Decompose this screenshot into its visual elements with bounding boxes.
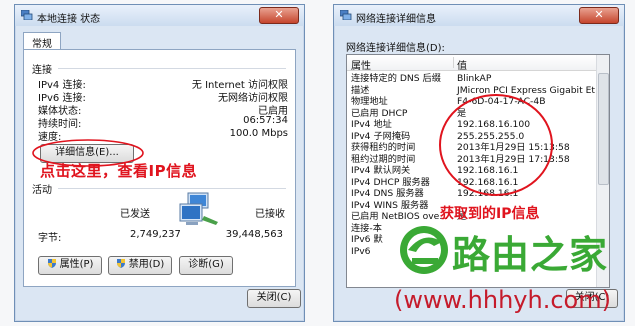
- disable-button[interactable]: 禁用(D): [108, 256, 172, 275]
- column-divider: [453, 57, 454, 68]
- details-title-bar: 网络连接详细信息 ✕: [334, 5, 624, 26]
- row-value: BlinkAP: [457, 73, 492, 84]
- row-property: IPv6 默: [351, 234, 383, 245]
- connection-row: 持续时间: 06:57:34: [38, 115, 288, 130]
- annotation-ip-info: 获取到的IP信息: [440, 206, 540, 222]
- connection-row: IPv6 连接: 无网络访问权限: [38, 89, 288, 104]
- diagnose-button[interactable]: 诊断(G): [179, 256, 233, 275]
- connection-row: IPv4 连接: 无 Internet 访问权限: [38, 76, 288, 91]
- close-icon[interactable]: ✕: [259, 7, 299, 24]
- row-property: IPv4 DHCP 服务器: [351, 176, 430, 188]
- row-property: 连接-本: [351, 222, 382, 234]
- row-property: 描述: [351, 84, 370, 96]
- row-property: IPv4 默认网关: [351, 165, 411, 176]
- received-label: 已接收: [255, 209, 285, 220]
- column-header-property[interactable]: 属性: [351, 57, 371, 72]
- row-property: 连接特定的 DNS 后缀: [351, 73, 441, 84]
- disable-label: 禁用(D): [128, 259, 165, 270]
- row-property: IPv4 子网掩码: [351, 130, 411, 142]
- status-title-bar: 本地连接 状态 ✕: [15, 5, 304, 26]
- watermark-brand: 路由之家: [452, 233, 609, 277]
- network-icon: [21, 10, 33, 20]
- watermark: 路由之家 (www.hhhyh.com): [392, 222, 632, 326]
- close-icon[interactable]: ✕: [579, 7, 619, 24]
- connection-group-label: 连接: [32, 65, 52, 76]
- sent-label: 已发送: [120, 209, 150, 220]
- list-item[interactable]: 连接特定的 DNS 后缀 BlinkAP: [347, 73, 609, 85]
- activity-group-label: 活动: [32, 185, 52, 196]
- properties-button[interactable]: 属性(P): [38, 256, 102, 275]
- row-value: 06:57:34: [243, 115, 288, 126]
- row-property: 已启用 DHCP: [351, 107, 408, 119]
- highlight-ellipse: [439, 94, 553, 196]
- row-property: IPv4 DNS 服务器: [351, 188, 424, 199]
- column-header-value[interactable]: 值: [457, 57, 467, 72]
- general-panel: 连接 IPv4 连接: 无 Internet 访问权限 IPv6 连接: 无网络…: [23, 49, 296, 287]
- row-property: IPv4 地址: [351, 119, 392, 130]
- bytes-sent-value: 2,749,237: [130, 229, 181, 240]
- row-property: 已启用 NetBIOS ove...: [351, 211, 449, 222]
- divider: [58, 68, 286, 69]
- bytes-received-value: 39,448,563: [225, 229, 283, 240]
- network-icon: [340, 10, 352, 20]
- details-caption: 网络连接详细信息(D):: [346, 43, 445, 54]
- properties-label: 属性(P): [59, 259, 94, 270]
- row-property: IPv4 WINS 服务器: [351, 199, 429, 211]
- shield-icon: [47, 259, 56, 268]
- annotation-click-here: 点击这里，查看IP信息: [40, 162, 198, 180]
- connection-row: 媒体状态: 已启用: [38, 102, 288, 117]
- details-window-title: 网络连接详细信息: [356, 14, 436, 25]
- row-value: 100.0 Mbps: [229, 128, 288, 139]
- watermark-url: (www.hhhyh.com): [394, 286, 611, 314]
- network-computers-icon: [179, 192, 218, 225]
- list-header: 属性 值: [347, 55, 609, 72]
- route-logo-icon: [400, 226, 448, 274]
- bytes-label: 字节:: [38, 233, 62, 244]
- scrollbar-thumb[interactable]: [598, 73, 609, 185]
- status-window: 本地连接 状态 ✕ 常规 连接 IPv4 连接: 无 Internet 访问权限…: [14, 4, 305, 322]
- row-property: 获得租约的时间: [351, 142, 416, 153]
- row-property: 租约过期的时间: [351, 153, 416, 165]
- row-property: IPv6: [351, 245, 371, 257]
- divider: [58, 188, 286, 189]
- status-window-title: 本地连接 状态: [37, 14, 101, 25]
- status-close-button[interactable]: 关闭(C): [247, 289, 301, 308]
- row-property: 物理地址: [351, 96, 388, 107]
- shield-icon: [116, 259, 125, 268]
